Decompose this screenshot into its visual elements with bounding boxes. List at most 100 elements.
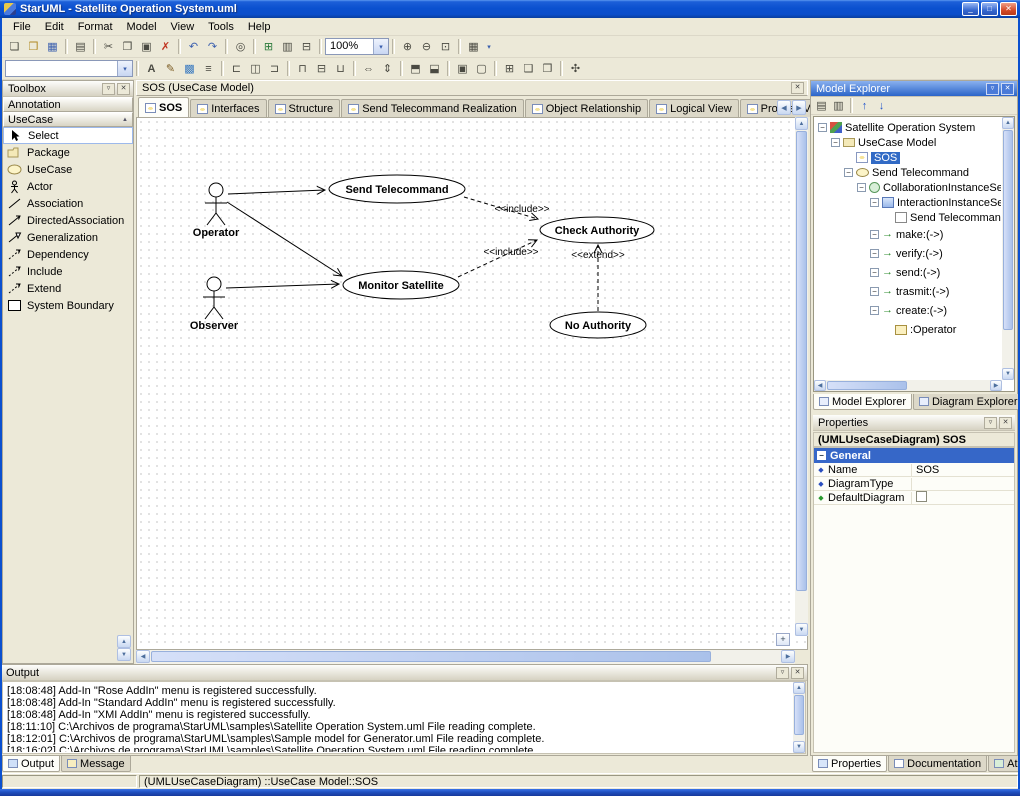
ungroup-icon[interactable]: ▢	[472, 60, 491, 77]
include-monitor-check[interactable]	[457, 239, 539, 278]
collapse-icon[interactable]: −	[870, 268, 879, 277]
maximize-button[interactable]: □	[981, 2, 998, 16]
tree-vertical-scrollbar[interactable]: ▲ ▼	[1002, 117, 1014, 380]
chevron-down-icon[interactable]: ▾	[117, 61, 132, 76]
tab-object-relationship[interactable]: Object Relationship	[524, 99, 649, 117]
scroll-left-icon[interactable]: ◀	[136, 650, 150, 663]
diagram-canvas[interactable]: <<include>> <<include>> <<extend>> Opera…	[136, 117, 808, 650]
tab-interfaces[interactable]: Interfaces	[190, 99, 267, 117]
tree-item-collaboration-instance-set[interactable]: − CollaborationInstanceSet1	[815, 180, 1001, 195]
close-button[interactable]: ✕	[1000, 2, 1017, 16]
property-row-defaultdiagram[interactable]: ◆ DefaultDiagram	[814, 490, 1014, 505]
tree-item-send-telecommand-realization[interactable]: Send Telecommand Rea	[815, 210, 1001, 225]
layer-icon[interactable]: ▥	[278, 38, 297, 55]
toolbox-group-usecase[interactable]: UseCase ▲	[3, 112, 133, 127]
collapse-icon[interactable]: −	[817, 451, 826, 460]
view-options-icon[interactable]: ⊟	[297, 38, 316, 55]
tree-horizontal-scrollbar[interactable]: ◀ ▶	[814, 380, 1002, 391]
tab-scroll-left-icon[interactable]: ◀	[777, 100, 791, 115]
pin-icon[interactable]: ▿	[102, 82, 115, 95]
delete-icon[interactable]: ✗	[156, 38, 175, 55]
association-operator-send[interactable]	[227, 185, 327, 195]
toolbox-group-annotation[interactable]: Annotation	[3, 97, 133, 112]
tool-extend[interactable]: Extend	[3, 280, 133, 297]
align-center-icon[interactable]: ◫	[246, 60, 265, 77]
collapse-icon[interactable]: −	[870, 230, 879, 239]
scroll-down-icon[interactable]: ▼	[793, 741, 805, 753]
same-width-icon[interactable]: ⇔	[359, 60, 378, 77]
new-file-icon[interactable]: ❏	[5, 38, 24, 55]
scroll-left-icon[interactable]: ◀	[814, 380, 826, 391]
paste-style-icon[interactable]: ❒	[538, 60, 557, 77]
tool-association[interactable]: Association	[3, 195, 133, 212]
pin-icon[interactable]: ▿	[984, 416, 997, 429]
grid-options-icon[interactable]: ▦	[464, 38, 483, 55]
scroll-down-icon[interactable]: ▼	[795, 623, 808, 636]
tool-select[interactable]: Select	[3, 127, 133, 144]
tab-send-telecommand-realization[interactable]: Send Telecommand Realization	[341, 99, 524, 117]
menu-format[interactable]: Format	[71, 19, 120, 35]
scroll-down-icon[interactable]: ▼	[1002, 368, 1014, 380]
align-top-icon[interactable]: ⊓	[293, 60, 312, 77]
collapse-icon[interactable]: −	[870, 306, 879, 315]
tree-item-verify[interactable]: − → verify:(->)	[815, 244, 1001, 263]
align-bottom-icon[interactable]: ⊔	[331, 60, 350, 77]
zoom-fit-icon[interactable]: ⊡	[436, 38, 455, 55]
sort-icon[interactable]: ▥	[830, 98, 847, 114]
tool-generalization[interactable]: Generalization	[3, 229, 133, 246]
usecase-no-authority[interactable]: No Authority	[549, 311, 647, 339]
tree-item-satellite-operation-system[interactable]: − Satellite Operation System	[815, 120, 1001, 135]
collapse-icon[interactable]: −	[857, 183, 866, 192]
send-to-back-icon[interactable]: ⬓	[425, 60, 444, 77]
zoom-in-icon[interactable]: ⊕	[398, 38, 417, 55]
tree-item-make[interactable]: − → make:(->)	[815, 225, 1001, 244]
close-icon[interactable]: ✕	[999, 416, 1012, 429]
pin-icon[interactable]: ▿	[776, 666, 789, 679]
output-vertical-scrollbar[interactable]: ▲ ▼	[793, 682, 805, 753]
scroll-up-icon[interactable]: ▲	[117, 635, 131, 648]
cut-icon[interactable]: ✂	[99, 38, 118, 55]
tool-dependency[interactable]: Dependency	[3, 246, 133, 263]
close-icon[interactable]: ✕	[117, 82, 130, 95]
collapse-icon[interactable]: −	[831, 138, 840, 147]
tool-include[interactable]: Include	[3, 263, 133, 280]
property-row-diagramtype[interactable]: ◆ DiagramType	[814, 477, 1014, 491]
tree-item-sos[interactable]: SOS	[815, 150, 1001, 165]
scroll-right-icon[interactable]: ▶	[781, 650, 795, 663]
snap-grid-icon[interactable]: ⊞	[500, 60, 519, 77]
tool-usecase[interactable]: UseCase	[3, 161, 133, 178]
line-color-icon[interactable]: ✎	[161, 60, 180, 77]
view-list-icon[interactable]: ▤	[813, 98, 830, 114]
collapse-icon[interactable]: −	[844, 168, 853, 177]
tree-item-trasmit[interactable]: − → trasmit:(->)	[815, 282, 1001, 301]
font-combobox[interactable]: ▾	[5, 60, 133, 77]
close-icon[interactable]: ✕	[791, 666, 804, 679]
menu-view[interactable]: View	[164, 19, 202, 35]
find-icon[interactable]: ◎	[231, 38, 250, 55]
tab-documentation[interactable]: Documentation	[888, 756, 988, 772]
tree-item-send-telecommand[interactable]: − Send Telecommand	[815, 165, 1001, 180]
tab-output[interactable]: Output	[2, 756, 61, 772]
chevron-down-icon[interactable]: ▾	[373, 39, 388, 54]
chevron-down-icon[interactable]: ▾	[483, 38, 495, 55]
zoom-out-icon[interactable]: ⊖	[417, 38, 436, 55]
font-color-icon[interactable]: A	[142, 60, 161, 77]
align-left-icon[interactable]: ⊏	[227, 60, 246, 77]
line-style-icon[interactable]: ≡	[199, 60, 218, 77]
tree-item-usecase-model[interactable]: − UseCase Model	[815, 135, 1001, 150]
pin-icon[interactable]: ▿	[986, 82, 999, 95]
tree-item-interaction-instance-set[interactable]: − InteractionInstanceSet1	[815, 195, 1001, 210]
close-diagram-icon[interactable]: ✕	[791, 82, 804, 94]
usecase-check-authority[interactable]: Check Authority	[539, 216, 655, 244]
tab-structure[interactable]: Structure	[267, 99, 341, 117]
copy-style-icon[interactable]: ❑	[519, 60, 538, 77]
tool-actor[interactable]: Actor	[3, 178, 133, 195]
fill-color-icon[interactable]: ▩	[180, 60, 199, 77]
expand-view-button[interactable]: +	[776, 633, 790, 646]
scrollbar-thumb[interactable]	[827, 381, 907, 390]
scroll-down-icon[interactable]: ▼	[117, 648, 131, 661]
print-icon[interactable]: ▤	[71, 38, 90, 55]
tab-sos[interactable]: SOS	[138, 97, 190, 117]
tool-directed-association[interactable]: DirectedAssociation	[3, 212, 133, 229]
menu-tools[interactable]: Tools	[201, 19, 241, 35]
